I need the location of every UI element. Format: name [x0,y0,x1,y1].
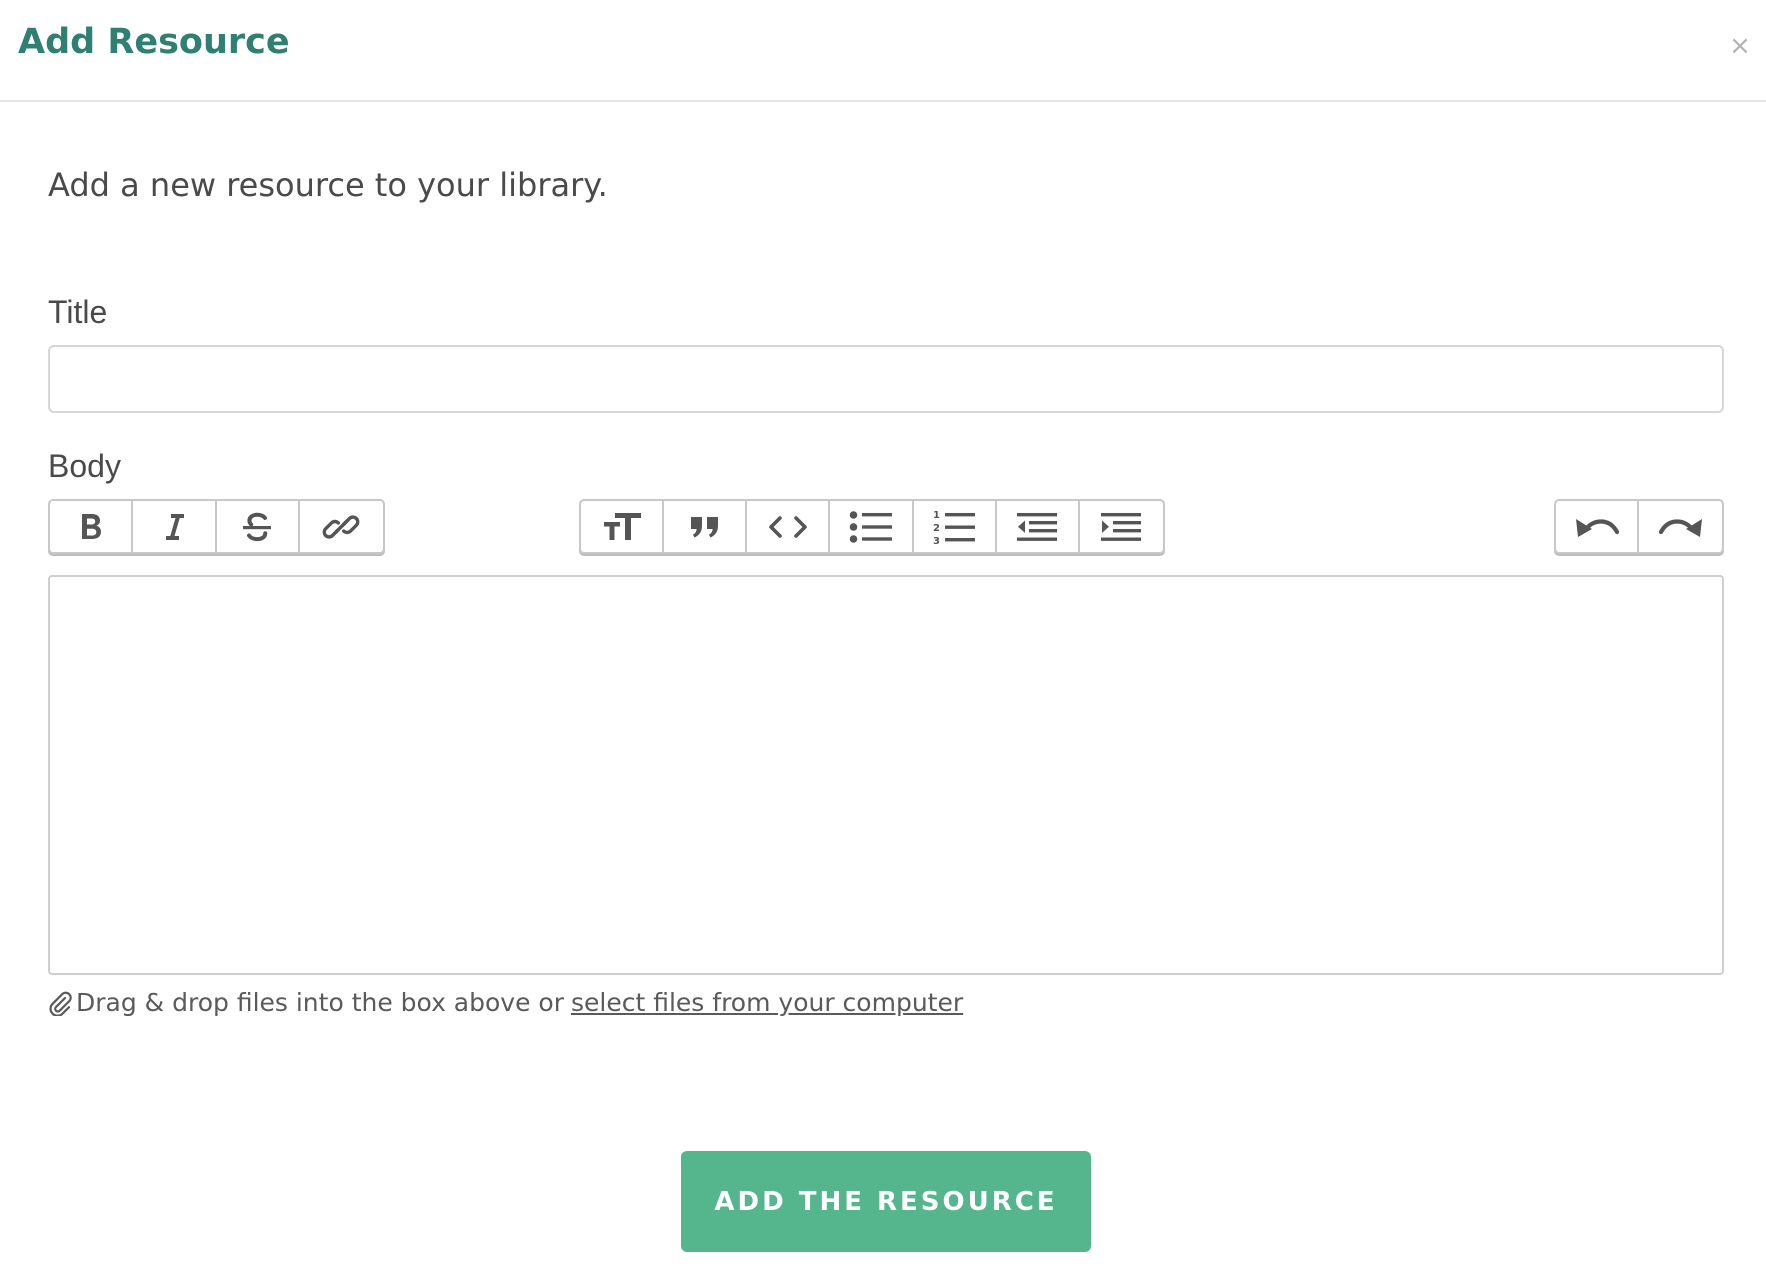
title-input[interactable] [48,345,1724,413]
increase-indent-icon [1101,512,1142,541]
italic-button[interactable] [133,501,217,552]
bullet-list-button[interactable] [830,501,914,552]
body-editor[interactable] [48,575,1724,975]
intro-text: Add a new resource to your library. [48,166,608,204]
close-button[interactable]: × [1724,30,1756,62]
link-icon [322,514,360,539]
close-icon: × [1729,31,1751,61]
redo-button[interactable] [1639,501,1722,552]
title-label: Title [48,294,108,330]
increase-indent-button[interactable] [1080,501,1163,552]
code-button[interactable] [747,501,831,552]
paperclip-icon [48,990,72,1016]
code-icon [769,515,807,538]
modal-header: Add Resource × [0,0,1766,102]
undo-icon [1575,518,1619,537]
numbered-list-icon: 1 2 3 [933,510,976,546]
toolbar-block-group: 1 2 3 [579,499,1165,554]
heading-icon [603,512,641,540]
svg-text:3: 3 [933,536,940,546]
numbered-list-button[interactable]: 1 2 3 [914,501,997,552]
bold-icon [81,513,101,539]
select-files-link[interactable]: select files from your computer [571,988,963,1017]
italic-icon [165,513,184,540]
bold-button[interactable] [50,501,134,552]
toolbar-format-group [48,499,385,554]
modal-title: Add Resource [18,22,290,62]
svg-text:1: 1 [933,510,940,521]
attach-hint: Drag & drop files into the box above or … [48,988,963,1017]
decrease-indent-icon [1017,512,1058,541]
body-label: Body [48,448,121,484]
attach-hint-text: Drag & drop files into the box above or [76,988,564,1017]
strikethrough-button[interactable] [217,501,300,552]
bullet-list-icon [849,510,892,543]
toolbar-history-group [1554,499,1724,554]
undo-button[interactable] [1556,501,1640,552]
link-button[interactable] [300,501,383,552]
quote-button[interactable] [664,501,748,552]
heading-button[interactable] [581,501,665,552]
svg-text:2: 2 [933,523,940,534]
add-resource-button[interactable]: ADD THE RESOURCE [681,1151,1091,1252]
strikethrough-icon [243,512,272,541]
decrease-indent-button[interactable] [997,501,1080,552]
quote-icon [690,516,718,537]
redo-icon [1658,518,1702,537]
